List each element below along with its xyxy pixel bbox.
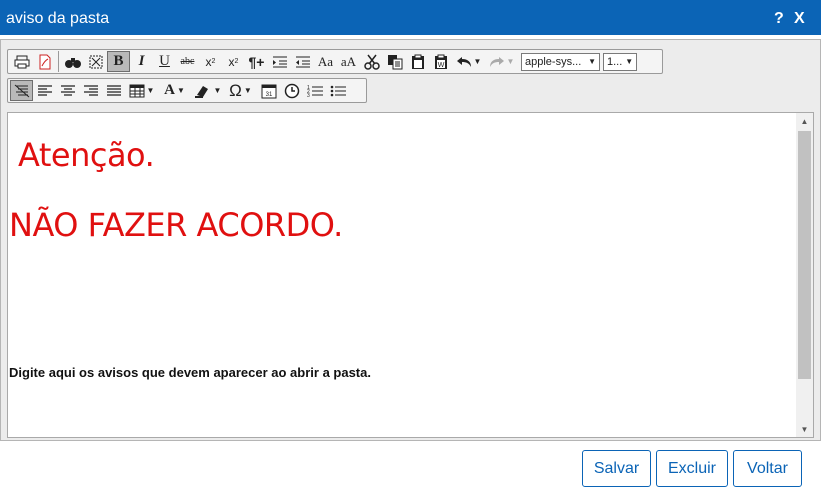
justify-icon[interactable] — [102, 80, 125, 101]
back-button[interactable]: Voltar — [733, 450, 802, 487]
chevron-down-icon: ▼ — [588, 57, 596, 66]
font-size-select[interactable]: 1... ▼ — [603, 52, 637, 71]
scroll-down-icon[interactable]: ▼ — [796, 421, 813, 437]
save-button[interactable]: Salvar — [582, 450, 651, 487]
window-titlebar: aviso da pasta ? X — [0, 0, 821, 35]
cut-icon[interactable] — [360, 51, 383, 72]
indent-icon[interactable] — [268, 51, 291, 72]
svg-text:31: 31 — [265, 92, 272, 98]
paste-icon[interactable] — [406, 51, 429, 72]
outdent-icon[interactable] — [291, 51, 314, 72]
align-left-icon[interactable] — [33, 80, 56, 101]
help-button[interactable]: ? — [774, 9, 784, 29]
highlight-icon[interactable]: ▼ — [191, 80, 224, 101]
chevron-down-icon: ▼ — [625, 57, 634, 66]
lowercase-icon[interactable]: aA — [337, 51, 360, 72]
window-title: aviso da pasta — [6, 10, 110, 27]
scroll-thumb[interactable] — [798, 131, 811, 379]
italic-icon[interactable]: I — [130, 51, 153, 72]
close-button[interactable]: X — [794, 9, 805, 29]
find-icon[interactable] — [61, 51, 84, 72]
time-icon[interactable] — [280, 80, 303, 101]
strikethrough-icon[interactable]: abc — [176, 51, 199, 72]
bold-icon[interactable]: B — [107, 51, 130, 72]
align-center-icon[interactable] — [56, 80, 79, 101]
delete-button[interactable]: Excluir — [656, 450, 728, 487]
scroll-up-icon[interactable]: ▲ — [796, 113, 813, 129]
underline-icon[interactable]: U — [153, 51, 176, 72]
paste-word-icon[interactable]: W — [429, 51, 452, 72]
date-icon[interactable]: 31 — [257, 80, 280, 101]
ordered-list-icon[interactable]: 123 — [303, 80, 326, 101]
print-icon[interactable] — [10, 51, 33, 72]
editor-content[interactable]: Atenção. NÃO FAZER ACORDO. Digite aqui o… — [7, 112, 814, 438]
no-align-icon[interactable] — [10, 80, 33, 101]
select-all-icon[interactable] — [84, 51, 107, 72]
unordered-list-icon[interactable] — [326, 80, 349, 101]
special-char-icon[interactable]: Ω ▼ — [224, 80, 257, 101]
content-hint: Digite aqui os avisos que devem aparecer… — [9, 365, 371, 380]
superscript-icon[interactable]: x2 — [222, 51, 245, 72]
content-heading: Atenção. — [18, 136, 155, 174]
toolbar-row-1: B I U abc x2 x2 ¶+ Aa aA W ▼ ▼ apple-sys… — [7, 49, 663, 74]
align-right-icon[interactable] — [79, 80, 102, 101]
content-warning: NÃO FAZER ACORDO. — [9, 206, 343, 244]
toolbar-row-2: ▼ A ▼ ▼ Ω ▼ 31 123 — [7, 78, 367, 103]
table-icon[interactable]: ▼ — [125, 80, 158, 101]
svg-text:3: 3 — [307, 93, 310, 98]
content-scrollbar[interactable]: ▲ ▼ — [796, 113, 813, 437]
font-family-select[interactable]: apple-sys... ▼ — [521, 52, 600, 71]
svg-text:W: W — [437, 62, 444, 69]
font-size-value: 1... — [607, 55, 623, 68]
pdf-icon[interactable] — [33, 51, 56, 72]
paragraph-icon[interactable]: ¶+ — [245, 51, 268, 72]
uppercase-icon[interactable]: Aa — [314, 51, 337, 72]
toolbar-divider — [58, 51, 59, 72]
font-color-icon[interactable]: A ▼ — [158, 80, 191, 101]
copy-icon[interactable] — [383, 51, 406, 72]
undo-icon[interactable]: ▼ — [452, 51, 485, 72]
editor-frame: B I U abc x2 x2 ¶+ Aa aA W ▼ ▼ apple-sys… — [0, 39, 821, 441]
subscript-icon[interactable]: x2 — [199, 51, 222, 72]
redo-icon[interactable]: ▼ — [485, 51, 518, 72]
font-family-value: apple-sys... — [525, 55, 582, 68]
